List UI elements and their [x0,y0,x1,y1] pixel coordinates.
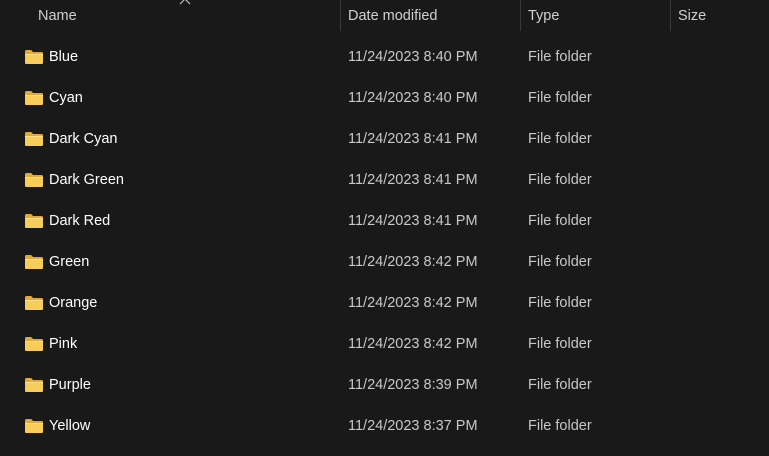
column-header-name[interactable]: Name [38,0,77,33]
file-type: File folder [528,295,592,311]
folder-icon [25,50,43,64]
file-date-modified: 11/24/2023 8:41 PM [348,213,478,229]
column-header-bar: Name Date modified Type Size [0,0,769,33]
column-header-type[interactable]: Type [528,0,559,33]
column-divider[interactable] [520,0,521,31]
file-name: Dark Green [49,172,124,188]
file-type: File folder [528,49,592,65]
folder-icon [25,91,43,105]
file-date-modified: 11/24/2023 8:37 PM [348,418,478,434]
file-date-modified: 11/24/2023 8:41 PM [348,172,478,188]
file-row[interactable]: Orange 11/24/2023 8:42 PM File folder [0,283,769,324]
file-name: Pink [49,336,78,352]
file-name: Blue [49,49,79,65]
file-explorer-details-view: Name Date modified Type Size Blue 11/24/2… [0,0,769,456]
file-date-modified: 11/24/2023 8:39 PM [348,377,478,393]
file-type: File folder [528,213,592,229]
file-row[interactable]: Blue 11/24/2023 8:40 PM File folder [0,37,769,78]
file-row[interactable]: Dark Red 11/24/2023 8:41 PM File folder [0,201,769,242]
file-type: File folder [528,254,592,270]
file-name: Dark Cyan [49,131,118,147]
file-row[interactable]: Pink 11/24/2023 8:42 PM File folder [0,324,769,365]
file-row[interactable]: Dark Green 11/24/2023 8:41 PM File folder [0,160,769,201]
file-type: File folder [528,418,592,434]
column-divider[interactable] [670,0,671,31]
folder-icon [25,255,43,269]
file-row[interactable]: Yellow 11/24/2023 8:37 PM File folder [0,406,769,447]
column-header-date-modified[interactable]: Date modified [348,0,437,33]
file-type: File folder [528,131,592,147]
file-name: Dark Red [49,213,111,229]
file-row[interactable]: Green 11/24/2023 8:42 PM File folder [0,242,769,283]
folder-icon [25,337,43,351]
folder-icon [25,214,43,228]
file-type: File folder [528,90,592,106]
column-divider[interactable] [340,0,341,31]
column-header-size[interactable]: Size [678,0,706,33]
file-row[interactable]: Cyan 11/24/2023 8:40 PM File folder [0,78,769,119]
folder-icon [25,378,43,392]
file-row[interactable]: Dark Cyan 11/24/2023 8:41 PM File folder [0,119,769,160]
file-name: Orange [49,295,98,311]
file-type: File folder [528,172,592,188]
file-date-modified: 11/24/2023 8:40 PM [348,49,478,65]
file-list: Blue 11/24/2023 8:40 PM File folder Cyan 11/… [0,37,769,447]
file-date-modified: 11/24/2023 8:42 PM [348,336,478,352]
file-name: Green [49,254,90,270]
folder-icon [25,419,43,433]
file-name: Purple [49,377,91,393]
file-date-modified: 11/24/2023 8:41 PM [348,131,478,147]
file-type: File folder [528,336,592,352]
file-type: File folder [528,377,592,393]
sort-up-caret-icon [179,0,191,5]
folder-icon [25,296,43,310]
folder-icon [25,132,43,146]
file-date-modified: 11/24/2023 8:42 PM [348,254,478,270]
file-name: Yellow [49,418,91,434]
file-name: Cyan [49,90,83,106]
file-date-modified: 11/24/2023 8:42 PM [348,295,478,311]
folder-icon [25,173,43,187]
file-date-modified: 11/24/2023 8:40 PM [348,90,478,106]
file-row[interactable]: Purple 11/24/2023 8:39 PM File folder [0,365,769,406]
